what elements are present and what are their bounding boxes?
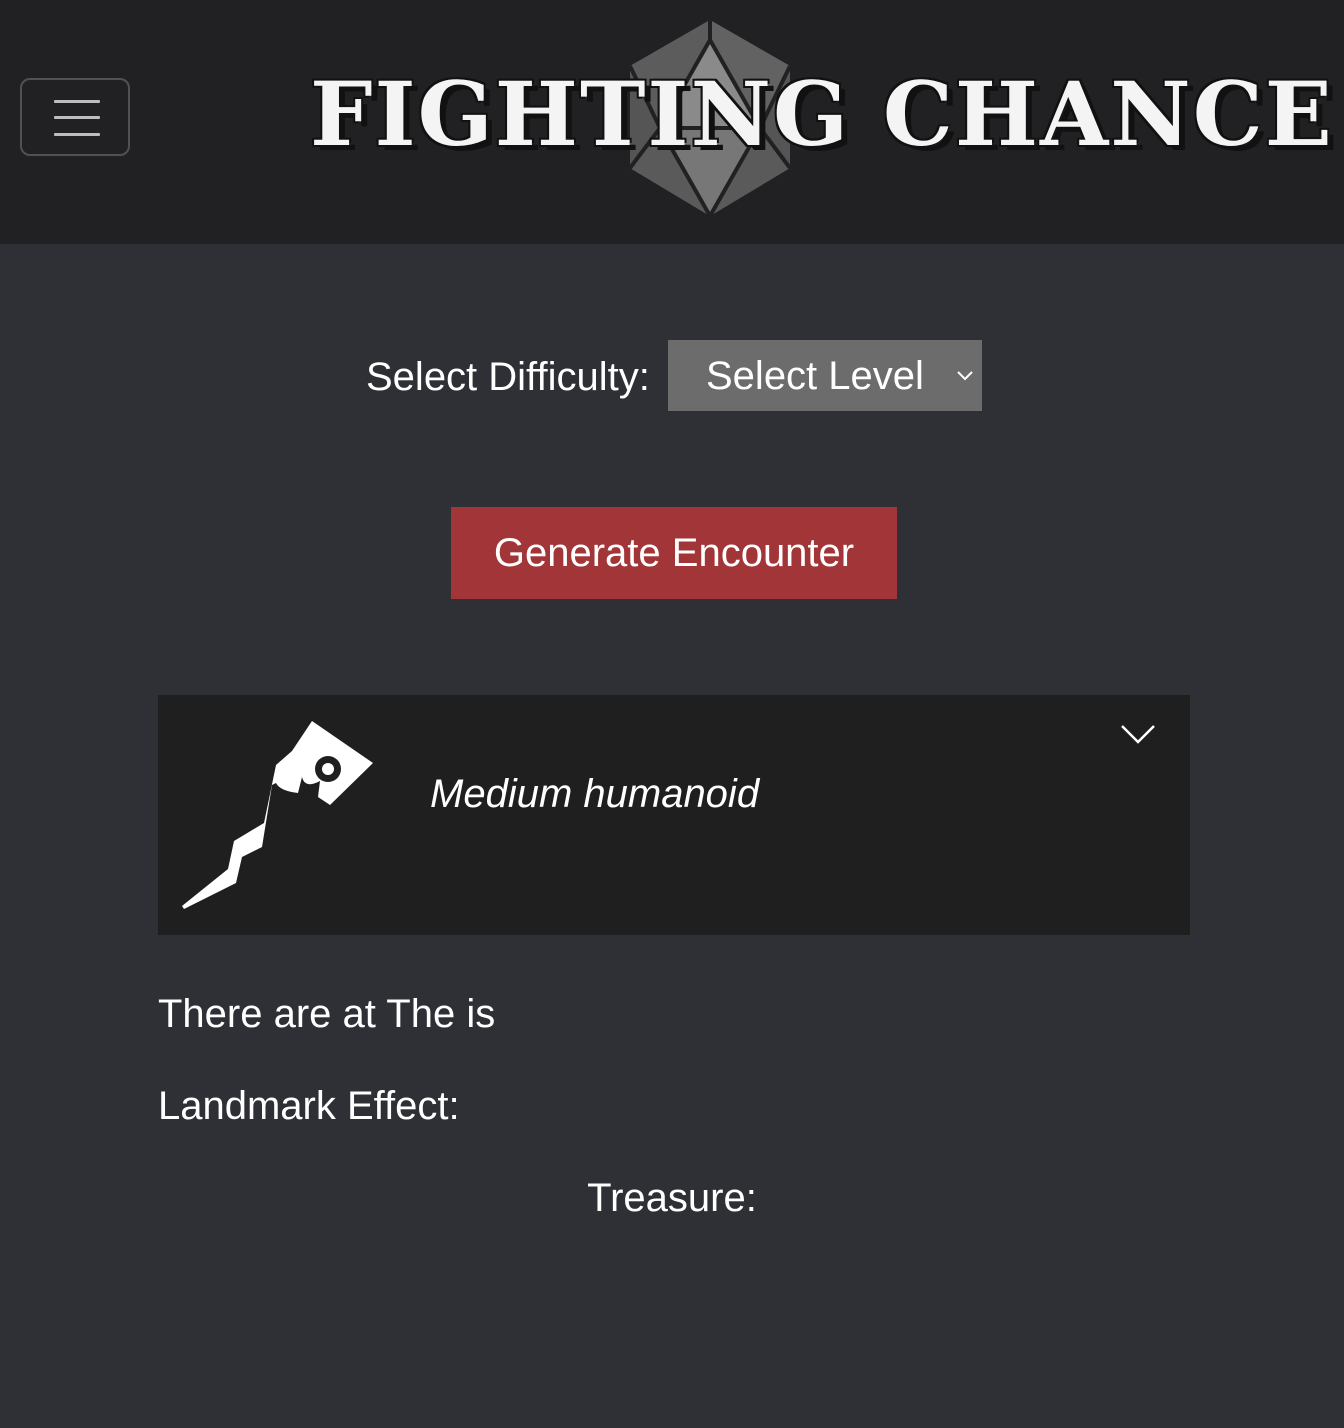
- chevron-down-icon[interactable]: [1120, 723, 1156, 745]
- hamburger-menu-icon: [54, 100, 100, 136]
- generate-encounter-button[interactable]: Generate Encounter: [451, 507, 897, 599]
- difficulty-label: Select Difficulty:: [366, 355, 650, 399]
- level-select[interactable]: Select Level: [668, 340, 982, 411]
- logo-wordmark: FIGHTING CHANCE: [310, 62, 1334, 166]
- encounter-title: Medium humanoid: [430, 772, 760, 816]
- landmark-effect-label: Landmark Effect:: [158, 1084, 460, 1128]
- encounter-card[interactable]: Medium humanoid: [158, 695, 1190, 935]
- site-logo[interactable]: FIGHTING CHANCE: [310, 14, 1334, 224]
- level-select-value: Select Level: [706, 354, 924, 398]
- menu-toggle-button[interactable]: [20, 78, 130, 156]
- hooked-staff-emblem-icon: [182, 721, 373, 909]
- chevron-down-icon: [957, 371, 973, 381]
- encounter-description: There are at The is: [158, 992, 496, 1036]
- top-navbar: FIGHTING CHANCE: [0, 0, 1344, 244]
- treasure-label: Treasure:: [587, 1176, 757, 1220]
